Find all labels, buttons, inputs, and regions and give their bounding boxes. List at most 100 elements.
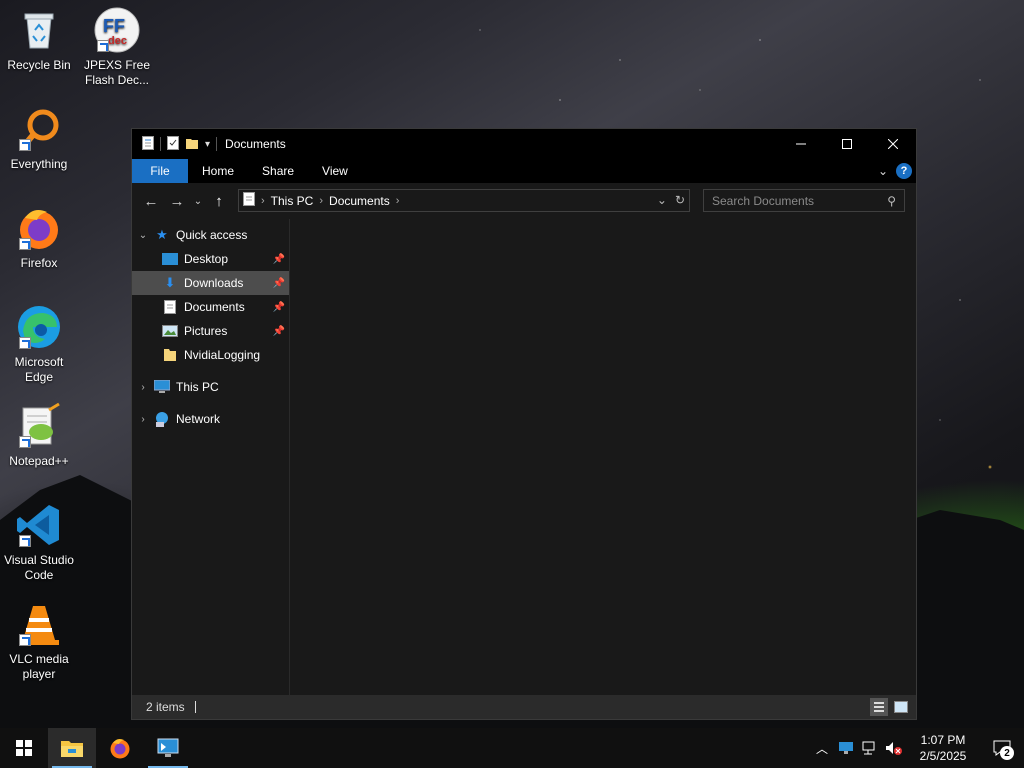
file-explorer-icon: [61, 741, 83, 757]
refresh-icon[interactable]: ↻: [675, 193, 685, 207]
nav-item-desktop[interactable]: Desktop 📌: [132, 247, 289, 271]
up-button[interactable]: ↑: [206, 193, 232, 210]
pin-icon: 📌: [272, 325, 285, 337]
desktop-icon-label: Firefox: [20, 256, 58, 270]
nav-this-pc[interactable]: › This PC: [132, 375, 289, 399]
details-view-button[interactable]: [870, 698, 888, 716]
desktop-icon-firefox[interactable]: Firefox: [0, 204, 78, 271]
clock-date: 2/5/2025: [919, 749, 967, 763]
nav-item-nvidialogging[interactable]: NvidiaLogging: [132, 343, 289, 367]
breadcrumb-separator-icon: ›: [261, 194, 265, 207]
taskbar-firefox[interactable]: [96, 728, 144, 768]
nav-network[interactable]: › Network: [132, 407, 289, 431]
desktop-icon-recycle-bin[interactable]: Recycle Bin: [0, 6, 78, 73]
forward-button[interactable]: →: [164, 193, 190, 210]
nav-label: Pictures: [184, 324, 228, 338]
taskbar: ︿ 1:07 PM 2/5/2025 2: [0, 728, 1024, 768]
search-box[interactable]: ⚲: [703, 189, 905, 212]
desktop-icon-vlc[interactable]: VLC media player: [0, 600, 78, 682]
view-toggle: [870, 698, 910, 716]
computer-icon: [154, 379, 170, 395]
shortcut-arrow-icon: [19, 535, 31, 547]
title-bar[interactable]: ▾ Documents: [132, 129, 916, 159]
status-divider: [194, 701, 196, 713]
desktop-icon-label: Everything: [10, 157, 68, 171]
pin-icon: 📌: [272, 301, 285, 313]
explorer-body: ⌄ ★ Quick access Desktop 📌 ⬇ Downloads 📌…: [132, 219, 916, 697]
help-button[interactable]: ?: [896, 163, 912, 179]
tray-app-icon[interactable]: [834, 742, 858, 754]
window-controls: [778, 129, 916, 159]
notification-count-badge: 2: [1000, 746, 1014, 760]
desktop-icon-jpexs[interactable]: FF dec JPEXS Free Flash Dec...: [78, 6, 156, 88]
navigation-bar: ← → ⌄ ↑ › This PC › Documents › ⌄ ↻ ⚲: [132, 183, 916, 219]
desktop-icon-everything[interactable]: Everything: [0, 105, 78, 172]
everything-search-icon: [15, 105, 63, 153]
clock[interactable]: 1:07 PM 2/5/2025: [906, 732, 980, 764]
edge-icon: [15, 303, 63, 351]
action-center-button[interactable]: 2: [980, 740, 1024, 760]
file-list-pane[interactable]: [290, 219, 916, 697]
desktop-icon-label: Notepad++: [9, 454, 69, 468]
close-button[interactable]: [870, 129, 916, 159]
nav-item-pictures[interactable]: Pictures 📌: [132, 319, 289, 343]
volume-muted-icon[interactable]: [882, 741, 906, 755]
search-icon[interactable]: ⚲: [887, 194, 896, 208]
folder-icon: [162, 347, 178, 363]
documents-icon: [162, 299, 178, 315]
search-input[interactable]: [712, 193, 882, 208]
shortcut-arrow-icon: [97, 40, 109, 52]
show-hidden-icons-chevron-icon[interactable]: ︿: [810, 740, 834, 757]
expand-chevron-icon[interactable]: ›: [132, 382, 154, 393]
expand-ribbon-chevron-icon[interactable]: ⌄: [878, 164, 888, 178]
notepadpp-icon: [15, 402, 63, 450]
breadcrumb-documents[interactable]: Documents: [329, 194, 390, 208]
minimize-button[interactable]: [778, 129, 824, 159]
properties-icon[interactable]: [167, 135, 179, 153]
shortcut-arrow-icon: [19, 238, 31, 250]
breadcrumb-this-pc[interactable]: This PC: [271, 194, 314, 208]
svg-text:FF: FF: [103, 16, 125, 36]
maximize-button[interactable]: [824, 129, 870, 159]
tab-view[interactable]: View: [308, 159, 362, 183]
recent-locations-chevron-icon[interactable]: ⌄: [190, 196, 206, 207]
start-button[interactable]: [0, 728, 48, 768]
pictures-icon: [162, 323, 178, 339]
status-bar: 2 items: [132, 695, 916, 719]
tab-share[interactable]: Share: [248, 159, 308, 183]
desktop-icon-edge[interactable]: Microsoft Edge: [0, 303, 78, 385]
desktop-icon-notepadpp[interactable]: Notepad++: [0, 402, 78, 469]
taskbar-remote-app[interactable]: [144, 728, 192, 768]
network-icon: [154, 411, 170, 427]
new-folder-icon[interactable]: [185, 136, 199, 153]
tab-file[interactable]: File: [132, 159, 188, 183]
item-count: 2 items: [146, 700, 185, 714]
customize-toolbar-chevron-icon[interactable]: ▾: [205, 139, 210, 150]
address-dropdown-chevron-icon[interactable]: ⌄: [657, 193, 667, 207]
firefox-icon: [110, 739, 130, 759]
nav-quick-access[interactable]: ⌄ ★ Quick access: [132, 223, 289, 247]
address-bar[interactable]: › This PC › Documents › ⌄ ↻: [238, 189, 690, 212]
desktop-icon-label: Visual Studio Code: [4, 553, 74, 582]
expand-chevron-icon[interactable]: ›: [132, 414, 154, 425]
shortcut-arrow-icon: [19, 337, 31, 349]
nav-item-downloads[interactable]: ⬇ Downloads 📌: [132, 271, 289, 295]
nav-label: Desktop: [184, 252, 229, 266]
navigation-pane[interactable]: ⌄ ★ Quick access Desktop 📌 ⬇ Downloads 📌…: [132, 219, 290, 697]
download-arrow-icon: ⬇: [164, 275, 176, 290]
quick-access-toolbar: ▾: [132, 135, 218, 153]
large-icons-view-button[interactable]: [892, 698, 910, 716]
network-status-icon[interactable]: [858, 741, 882, 755]
nav-item-documents[interactable]: Documents 📌: [132, 295, 289, 319]
taskbar-file-explorer[interactable]: [48, 728, 96, 768]
nav-label: NvidiaLogging: [184, 348, 261, 362]
back-button[interactable]: ←: [138, 193, 164, 210]
collapse-chevron-icon[interactable]: ⌄: [132, 230, 154, 241]
shortcut-arrow-icon: [19, 634, 31, 646]
breadcrumb-separator-icon: ›: [395, 194, 400, 207]
desktop-folder-icon: [162, 251, 178, 267]
desktop-icon-vscode[interactable]: Visual Studio Code: [0, 501, 78, 583]
ffdec-icon: FF dec: [93, 6, 141, 54]
nav-label: Documents: [184, 300, 245, 314]
tab-home[interactable]: Home: [188, 159, 248, 183]
